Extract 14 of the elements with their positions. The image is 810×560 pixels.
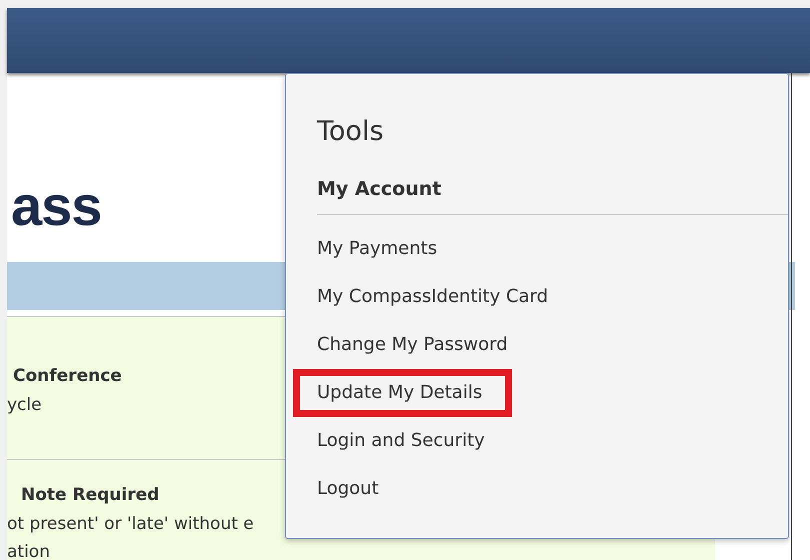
menu-item[interactable]: Login and Security xyxy=(286,417,485,465)
menu-item[interactable]: Logout xyxy=(286,465,379,513)
notice-text: ot present' or 'late' without e xyxy=(7,513,254,536)
notice-title: Note Required xyxy=(20,484,160,507)
notice-text: ycle xyxy=(7,394,42,417)
menu-title: Tools xyxy=(317,115,385,149)
menu-item[interactable]: Update My Details xyxy=(293,369,512,417)
menu-item[interactable]: Change My Password xyxy=(286,321,508,369)
logo-text: ass xyxy=(10,173,102,239)
notice-text: ation xyxy=(7,541,50,560)
menu-item[interactable]: My CompassIdentity Card xyxy=(286,273,548,321)
menu-section-heading: My Account xyxy=(317,174,788,215)
menu-item[interactable]: My Payments xyxy=(286,225,438,273)
notice-title: Conference xyxy=(12,365,122,388)
